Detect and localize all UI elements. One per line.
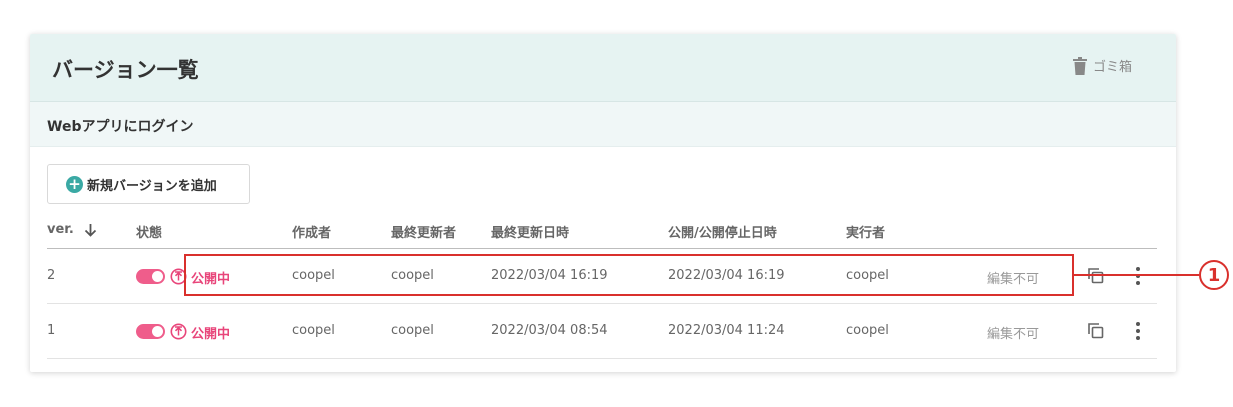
version-list-card: バージョン一覧 ゴミ箱 Webアプリにログイン + 新規バージョンを追加 ver… bbox=[30, 34, 1176, 372]
add-version-button[interactable]: + 新規バージョンを追加 bbox=[47, 164, 250, 204]
column-creator: 作成者 bbox=[292, 226, 332, 241]
more-vertical-icon[interactable] bbox=[1131, 321, 1145, 341]
cell-version: 1 bbox=[47, 323, 56, 338]
card-header: バージョン一覧 ゴミ箱 bbox=[30, 34, 1176, 102]
cell-executor: coopel bbox=[846, 323, 889, 338]
cell-last-updater: coopel bbox=[391, 323, 434, 338]
annotation-callout-line bbox=[1074, 274, 1199, 276]
app-name: Webアプリにログイン bbox=[47, 119, 194, 135]
table-header: ver. 状態 作成者 最終更新者 最終更新日時 公開/公開停止日時 実行者 bbox=[47, 216, 1157, 249]
annotation-callout-number: 1 bbox=[1199, 260, 1229, 290]
add-version-label: 新規バージョンを追加 bbox=[87, 178, 217, 194]
cell-creator: coopel bbox=[292, 323, 335, 338]
edit-disabled-note: 編集不可 bbox=[987, 327, 1040, 342]
plus-circle-icon: + bbox=[66, 175, 83, 193]
column-publish-time: 公開/公開停止日時 bbox=[668, 226, 777, 241]
trash-icon bbox=[1072, 56, 1087, 75]
upload-circle-icon bbox=[170, 323, 187, 340]
cell-version: 2 bbox=[47, 268, 56, 283]
status-text: 公開中 bbox=[191, 327, 231, 342]
cell-last-updated: 2022/03/04 08:54 bbox=[491, 323, 608, 338]
column-status: 状態 bbox=[136, 226, 163, 241]
copy-icon[interactable] bbox=[1088, 268, 1104, 284]
column-last-updated: 最終更新日時 bbox=[491, 226, 570, 241]
trash-label: ゴミ箱 bbox=[1092, 60, 1132, 75]
column-version[interactable]: ver. bbox=[47, 222, 97, 237]
table-row: 1 公開中 coopel coopel 2022/03/04 08:54 202… bbox=[47, 304, 1157, 359]
cell-publish-time: 2022/03/04 11:24 bbox=[668, 323, 785, 338]
publish-toggle[interactable] bbox=[136, 324, 165, 339]
column-last-updater: 最終更新者 bbox=[391, 226, 457, 241]
app-bar: Webアプリにログイン bbox=[30, 102, 1176, 147]
more-vertical-icon[interactable] bbox=[1131, 266, 1145, 286]
arrow-down-icon[interactable] bbox=[84, 223, 97, 237]
column-version-label: ver. bbox=[47, 222, 74, 237]
column-executor: 実行者 bbox=[846, 226, 886, 241]
annotation-highlight-box bbox=[184, 254, 1074, 296]
page-title: バージョン一覧 bbox=[52, 58, 199, 82]
trash-button[interactable]: ゴミ箱 bbox=[1072, 56, 1132, 75]
publish-toggle[interactable] bbox=[136, 269, 165, 284]
copy-icon[interactable] bbox=[1088, 323, 1104, 339]
